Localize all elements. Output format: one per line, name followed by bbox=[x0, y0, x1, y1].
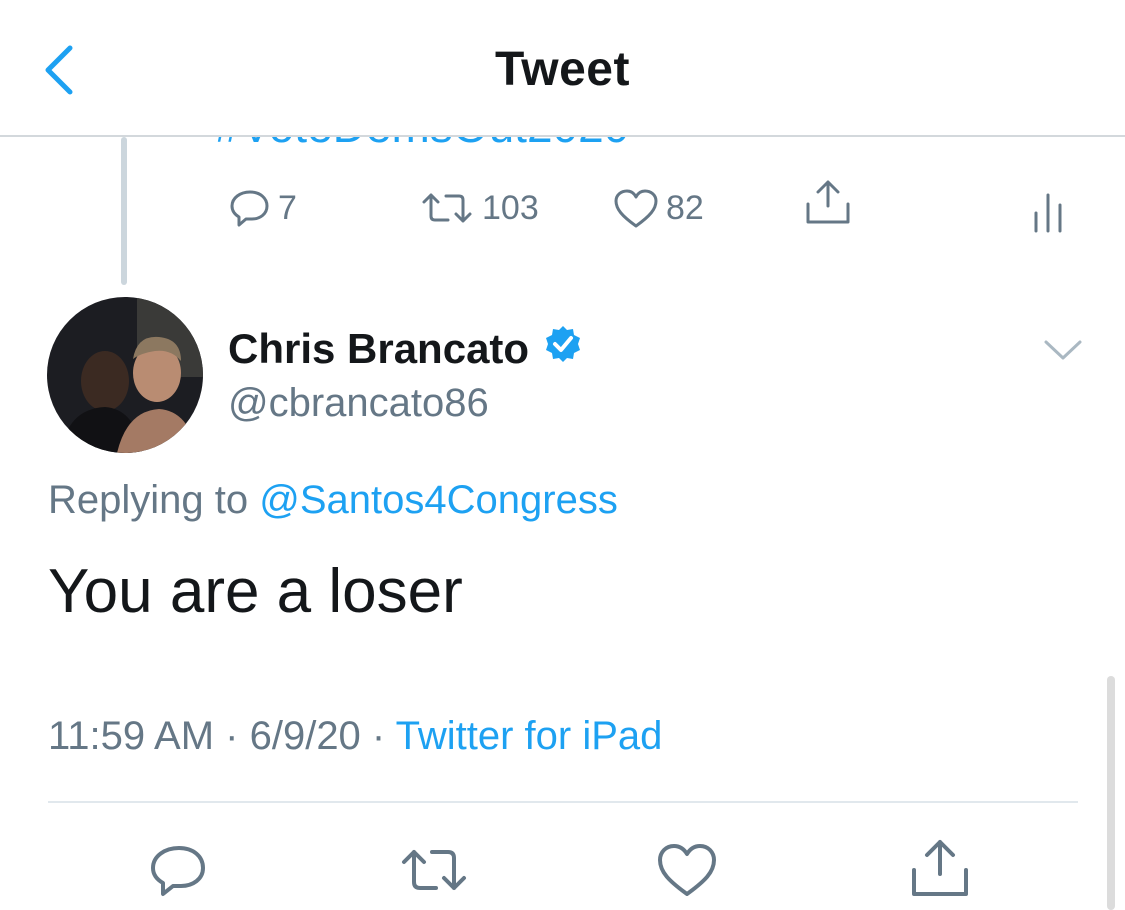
reply-icon bbox=[230, 190, 269, 227]
meta-separator: · bbox=[214, 714, 250, 758]
parent-retweet-button[interactable]: 103 bbox=[418, 186, 539, 230]
parent-analytics-button[interactable] bbox=[1030, 190, 1066, 234]
avatar-photo bbox=[47, 297, 203, 453]
avatar[interactable] bbox=[47, 297, 203, 453]
tweet-meta: 11:59 AM · 6/9/20 · Twitter for iPad bbox=[48, 714, 662, 759]
parent-reply-button[interactable]: 7 bbox=[228, 186, 297, 230]
author-name-text: Chris Brancato bbox=[228, 325, 530, 372]
page-title: Tweet bbox=[495, 43, 630, 96]
tweet-date: 6/9/20 bbox=[249, 714, 361, 758]
like-button[interactable] bbox=[655, 838, 719, 902]
replying-to-line: Replying to @Santos4Congress bbox=[48, 478, 618, 523]
retweet-button[interactable] bbox=[398, 838, 466, 902]
tweet-source-link[interactable]: Twitter for iPad bbox=[396, 714, 663, 758]
parent-tweet-hashtag[interactable]: #VoteDemsOut2020 bbox=[215, 137, 629, 153]
verified-badge-icon bbox=[543, 324, 583, 374]
heart-icon bbox=[614, 189, 658, 228]
like-count: 82 bbox=[666, 188, 704, 227]
chevron-down-icon bbox=[1044, 340, 1082, 360]
retweet-count: 103 bbox=[482, 188, 539, 227]
replying-to-label: Replying to bbox=[48, 478, 249, 522]
heart-icon bbox=[658, 844, 716, 896]
divider bbox=[48, 801, 1078, 803]
share-icon bbox=[912, 840, 968, 896]
retweet-icon bbox=[422, 193, 472, 223]
reply-count: 7 bbox=[278, 188, 297, 227]
tweet-time: 11:59 AM bbox=[48, 714, 215, 758]
analytics-icon bbox=[1034, 193, 1062, 233]
parent-share-button[interactable] bbox=[803, 180, 853, 224]
parent-tweet-text-clip: #VoteDemsOut2020 bbox=[0, 137, 1125, 157]
retweet-icon bbox=[402, 850, 466, 890]
tweet-text: You are a loser bbox=[48, 557, 463, 626]
author-name[interactable]: Chris Brancato bbox=[228, 324, 583, 374]
meta-separator: · bbox=[360, 714, 396, 758]
thread-connector-line bbox=[121, 137, 127, 285]
parent-like-button[interactable]: 82 bbox=[612, 186, 704, 230]
scrollbar[interactable] bbox=[1107, 676, 1115, 910]
share-button[interactable] bbox=[908, 834, 972, 898]
replying-to-handle-link[interactable]: @Santos4Congress bbox=[259, 478, 618, 522]
author-handle[interactable]: @cbrancato86 bbox=[228, 381, 489, 426]
reply-icon bbox=[151, 846, 205, 896]
share-icon bbox=[806, 180, 850, 224]
more-options-button[interactable] bbox=[1042, 332, 1084, 368]
reply-button[interactable] bbox=[147, 838, 211, 902]
